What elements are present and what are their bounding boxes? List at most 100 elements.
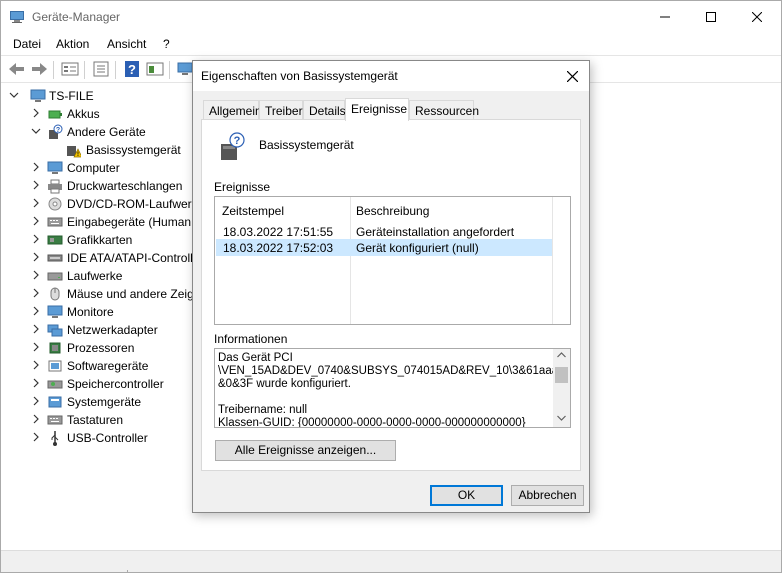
tab-ressourcen[interactable]: Ressourcen <box>409 100 479 120</box>
events-table: Zeitstempel Beschreibung 18.03.2022 17:5… <box>214 196 571 325</box>
events-tab-panel: ? Basissystemgerät Ereignisse Zeitstempe… <box>201 119 581 471</box>
tree-item-label: Systemgeräte <box>67 395 142 409</box>
tab-strip: Allgemein Treiber Details Ereignisse Res… <box>201 98 581 121</box>
tree-item-label: IDE ATA/ATAPI-Controller <box>67 251 204 265</box>
ok-button[interactable]: OK <box>430 485 503 506</box>
column-header-description[interactable]: Beschreibung <box>356 204 429 218</box>
menu-datei[interactable]: Datei <box>13 37 41 51</box>
scroll-up-icon[interactable] <box>557 352 566 358</box>
column-divider <box>350 197 351 324</box>
chevron-right-icon[interactable] <box>31 342 41 352</box>
tree-item-label: Monitore <box>67 305 114 319</box>
properties-icon[interactable] <box>91 60 111 78</box>
information-text: Das Gerät PCI \VEN_15AD&DEV_0740&SUBSYS_… <box>218 352 571 428</box>
tab-treiber[interactable]: Treiber <box>259 100 303 120</box>
storage-controller-icon <box>47 380 63 389</box>
chevron-right-icon[interactable] <box>31 396 41 406</box>
chevron-right-icon[interactable] <box>31 270 41 280</box>
svg-text:?: ? <box>56 127 60 134</box>
tab-details[interactable]: Details <box>303 100 346 120</box>
title-bar[interactable]: Geräte-Manager <box>1 1 781 33</box>
keyboard-icon <box>47 415 63 425</box>
tree-item-label: Grafikkarten <box>67 233 133 247</box>
window-title: Geräte-Manager <box>32 10 121 24</box>
tree-item-label: Softwaregeräte <box>67 359 149 373</box>
toolbar-separator <box>115 61 116 79</box>
chevron-right-icon[interactable] <box>31 414 41 424</box>
chevron-right-icon[interactable] <box>31 432 41 442</box>
chevron-right-icon[interactable] <box>31 108 41 118</box>
tree-item-label: USB-Controller <box>67 431 148 445</box>
tree-view-icon[interactable] <box>60 60 80 78</box>
chevron-right-icon[interactable] <box>31 324 41 334</box>
back-arrow-icon[interactable] <box>7 60 27 78</box>
chevron-down-icon[interactable] <box>9 90 19 100</box>
chevron-right-icon[interactable] <box>31 252 41 262</box>
cancel-button[interactable]: Abbrechen <box>511 485 584 506</box>
chevron-right-icon[interactable] <box>31 198 41 208</box>
drive-icon <box>47 272 63 281</box>
tree-item-label: Druckwarteschlangen <box>67 179 183 193</box>
help-icon[interactable]: ? <box>122 60 142 78</box>
monitor-icon <box>47 305 63 318</box>
tab-allgemein[interactable]: Allgemein <box>203 100 262 120</box>
vertical-scrollbar[interactable] <box>553 349 570 427</box>
device-name: Basissystemgerät <box>259 138 354 152</box>
software-device-icon <box>48 360 62 372</box>
maximize-button[interactable] <box>689 1 735 33</box>
processor-icon <box>49 342 61 354</box>
computer-icon <box>47 161 63 174</box>
menu-aktion[interactable]: Aktion <box>56 37 89 51</box>
device-manager-icon <box>10 11 24 23</box>
information-textbox[interactable]: Das Gerät PCI \VEN_15AD&DEV_0740&SUBSYS_… <box>214 348 571 428</box>
minimize-icon <box>660 16 670 18</box>
action-view-icon[interactable] <box>145 60 165 78</box>
forward-arrow-icon[interactable] <box>29 60 49 78</box>
tree-item-label: Andere Geräte <box>67 125 146 139</box>
chevron-right-icon[interactable] <box>31 288 41 298</box>
event-row-selected[interactable]: 18.03.2022 17:52:03 Gerät konfiguriert (… <box>216 239 552 256</box>
tree-item-label: Eingabegeräte (Human <box>67 215 192 229</box>
chevron-right-icon[interactable] <box>31 378 41 388</box>
unknown-device-icon: ? <box>49 124 63 139</box>
dialog-close-button[interactable] <box>555 61 589 91</box>
chevron-right-icon[interactable] <box>31 234 41 244</box>
mouse-icon <box>50 287 60 301</box>
chevron-right-icon[interactable] <box>31 216 41 226</box>
information-section-label: Informationen <box>214 332 288 346</box>
chevron-right-icon[interactable] <box>31 162 41 172</box>
event-description: Geräteinstallation angefordert <box>356 225 515 239</box>
printer-icon <box>48 179 62 194</box>
chevron-right-icon[interactable] <box>31 360 41 370</box>
svg-text:!: ! <box>77 152 79 158</box>
chevron-down-icon[interactable] <box>31 126 41 136</box>
column-header-timestamp[interactable]: Zeitstempel <box>222 204 284 218</box>
column-divider <box>552 197 553 324</box>
properties-dialog: Eigenschaften von Basissystemgerät Allge… <box>192 60 590 513</box>
minimize-button[interactable] <box>643 1 689 33</box>
system-device-icon <box>48 396 62 408</box>
warning-device-icon: ! <box>67 146 81 158</box>
scroll-thumb[interactable] <box>555 367 568 383</box>
menu-help[interactable]: ? <box>163 37 170 51</box>
disc-icon <box>48 197 62 211</box>
battery-icon <box>48 110 62 119</box>
toolbar-separator <box>84 61 85 79</box>
close-icon <box>752 12 762 22</box>
tree-item-label: Basissystemgerät <box>86 143 181 157</box>
event-time: 18.03.2022 17:52:03 <box>223 241 334 255</box>
show-all-events-button[interactable]: Alle Ereignisse anzeigen... <box>215 440 396 461</box>
device-tree: TS-FILE Akkus? Andere Geräte! Basissystemg… <box>1 85 234 545</box>
chevron-right-icon[interactable] <box>31 180 41 190</box>
scroll-down-icon[interactable] <box>557 415 566 421</box>
dialog-title-bar[interactable]: Eigenschaften von Basissystemgerät <box>193 61 589 91</box>
event-row[interactable]: 18.03.2022 17:51:55 Geräteinstallation a… <box>216 223 552 240</box>
status-bar <box>1 550 781 572</box>
tab-ereignisse[interactable]: Ereignisse <box>345 98 409 121</box>
display-adapter-icon <box>47 235 63 245</box>
chevron-right-icon[interactable] <box>31 306 41 316</box>
menu-ansicht[interactable]: Ansicht <box>107 37 146 51</box>
tree-root-label: TS-FILE <box>49 89 94 103</box>
close-button[interactable] <box>735 1 781 33</box>
event-description: Gerät konfiguriert (null) <box>356 241 479 255</box>
